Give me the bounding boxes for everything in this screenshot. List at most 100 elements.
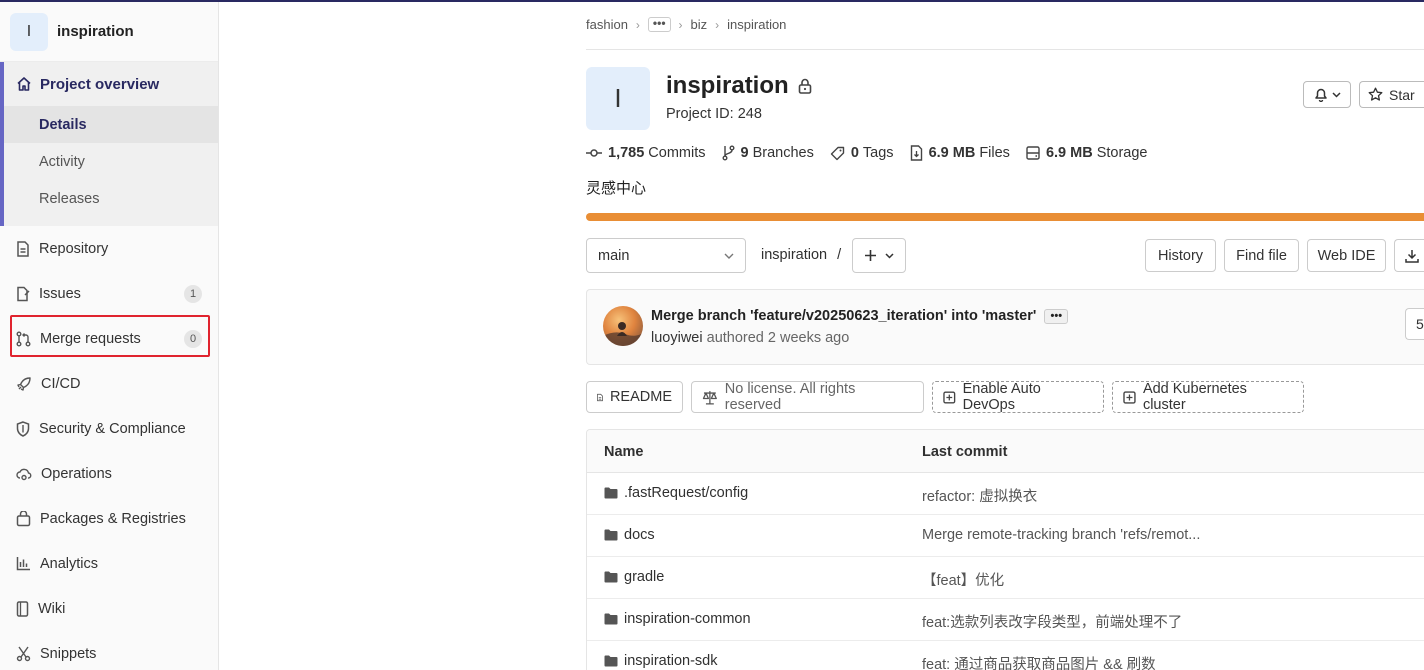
file-name-cell: inspiration-sdk bbox=[604, 653, 718, 669]
author-avatar[interactable] bbox=[603, 306, 643, 346]
last-commit-message[interactable]: feat:选款列表改字段类型，前端处理不了 bbox=[922, 611, 1182, 632]
table-row[interactable]: .fastRequest/config refactor: 虚拟换衣 bbox=[587, 473, 1424, 515]
last-commit-message[interactable]: 【feat】优化 bbox=[922, 569, 1004, 590]
folder-link[interactable]: gradle bbox=[624, 569, 664, 585]
stat-branches[interactable]: 9 Branches bbox=[722, 145, 814, 161]
sidebar-item-issues[interactable]: Issues 1 bbox=[0, 271, 218, 316]
sidebar-item-packages-registries[interactable]: Packages & Registries bbox=[0, 496, 218, 541]
rocket-icon bbox=[17, 376, 31, 391]
branch-name: main bbox=[598, 247, 630, 264]
stat-label: Tags bbox=[862, 145, 894, 161]
sidebar-item-cicd[interactable]: CI/CD bbox=[0, 361, 218, 406]
lock-icon bbox=[798, 78, 811, 94]
file-icon bbox=[910, 145, 922, 161]
avatar-photo-icon bbox=[603, 322, 643, 346]
folder-link[interactable]: inspiration-common bbox=[624, 611, 751, 627]
download-button[interactable] bbox=[1394, 239, 1424, 272]
add-to-tree-button[interactable] bbox=[852, 238, 906, 273]
column-header-last-commit: Last commit bbox=[922, 444, 1008, 460]
sidebar-item-wiki[interactable]: Wiki bbox=[0, 586, 218, 631]
last-commit-message[interactable]: feat: 通过商品获取商品图片 && 刷数 bbox=[922, 653, 1156, 670]
stat-label: Branches bbox=[752, 145, 814, 161]
sidebar-item-label: Issues bbox=[39, 285, 81, 302]
readme-button[interactable]: README bbox=[586, 381, 683, 413]
table-row[interactable]: inspiration-common feat:选款列表改字段类型，前端处理不了 bbox=[587, 599, 1424, 641]
table-row[interactable]: docs Merge remote-tracking branch 'refs/… bbox=[587, 515, 1424, 557]
stat-value: 9 bbox=[740, 145, 749, 161]
find-file-button[interactable]: Find file bbox=[1224, 239, 1299, 272]
chevron-right-icon: › bbox=[678, 17, 683, 32]
table-row[interactable]: inspiration-sdk feat: 通过商品获取商品图片 && 刷数 bbox=[587, 641, 1424, 670]
chevron-down-icon bbox=[724, 253, 734, 259]
license-label: No license. All rights reserved bbox=[724, 381, 856, 413]
star-button[interactable]: Star bbox=[1359, 81, 1424, 108]
auto-devops-label: Enable Auto DevOps bbox=[962, 381, 1041, 413]
breadcrumb-expand-button[interactable]: ••• bbox=[647, 17, 671, 32]
breadcrumb-item-biz[interactable]: biz bbox=[691, 17, 708, 32]
sidebar-subitem-details[interactable]: Details bbox=[4, 106, 218, 143]
history-button[interactable]: History bbox=[1145, 239, 1216, 272]
sidebar-subitem-activity[interactable]: Activity bbox=[4, 143, 218, 180]
repo-path-separator: / bbox=[837, 247, 842, 263]
sidebar-item-repository[interactable]: Repository bbox=[0, 226, 218, 271]
license-button[interactable]: No license. All rights reserved bbox=[691, 381, 924, 413]
sidebar-item-label: Merge requests bbox=[40, 330, 141, 347]
issues-count-badge: 1 bbox=[184, 284, 202, 303]
sidebar-item-label: Operations bbox=[41, 465, 112, 482]
shield-icon bbox=[16, 420, 30, 437]
sidebar-item-project-overview[interactable]: Project overview bbox=[4, 62, 218, 106]
chevron-down-icon bbox=[1331, 91, 1341, 98]
breadcrumb-item-fashion[interactable]: fashion bbox=[586, 17, 628, 32]
sidebar-item-analytics[interactable]: Analytics bbox=[0, 541, 218, 586]
sidebar-item-label: Project overview bbox=[40, 75, 160, 93]
sidebar-item-merge-requests[interactable]: Merge requests 0 bbox=[0, 316, 218, 361]
sidebar-subitem-releases[interactable]: Releases bbox=[4, 180, 218, 217]
chevron-down-icon bbox=[885, 252, 894, 259]
sidebar-item-operations[interactable]: Operations bbox=[0, 451, 218, 496]
commit-message-link[interactable]: Merge branch 'feature/v20250623_iteratio… bbox=[651, 308, 1036, 324]
stat-commits[interactable]: 1,785 Commits bbox=[586, 145, 706, 161]
sidebar-project-name: inspiration bbox=[57, 23, 134, 40]
last-commit-message[interactable]: refactor: 虚拟换衣 bbox=[922, 485, 1037, 506]
folder-link[interactable]: inspiration-sdk bbox=[624, 653, 718, 669]
folder-link[interactable]: docs bbox=[624, 527, 655, 543]
breadcrumb-item-inspiration[interactable]: inspiration bbox=[727, 17, 786, 32]
readme-label: README bbox=[609, 389, 672, 405]
repository-language-bar[interactable] bbox=[586, 213, 1424, 221]
stat-label: Commits bbox=[648, 145, 706, 161]
commit-icon bbox=[586, 149, 602, 157]
sidebar-item-label: Analytics bbox=[40, 555, 99, 572]
table-row[interactable]: gradle 【feat】优化 bbox=[587, 557, 1424, 599]
breadcrumb: fashion › ••• › biz › inspiration bbox=[586, 17, 786, 32]
sidebar-item-snippets[interactable]: Snippets bbox=[0, 631, 218, 670]
sidebar-item-security-compliance[interactable]: Security & Compliance bbox=[0, 406, 218, 451]
add-kubernetes-cluster-button[interactable]: Add Kubernetes cluster bbox=[1112, 381, 1304, 413]
sidebar-item-label: Repository bbox=[39, 240, 109, 257]
stat-storage[interactable]: 6.9 MB Storage bbox=[1026, 145, 1147, 161]
merge-request-icon bbox=[16, 331, 31, 346]
kubernetes-label: Add Kubernetes cluster bbox=[1142, 381, 1247, 413]
sidebar-item-label: Snippets bbox=[40, 645, 97, 662]
project-avatar-large: I bbox=[586, 67, 650, 130]
file-text-icon bbox=[597, 393, 603, 401]
enable-auto-devops-button[interactable]: Enable Auto DevOps bbox=[932, 381, 1104, 413]
folder-link[interactable]: .fastRequest/config bbox=[624, 485, 748, 501]
commit-expand-button[interactable]: ••• bbox=[1044, 308, 1069, 324]
commit-meta: luoyiwei authored 2 weeks ago bbox=[651, 330, 849, 346]
commit-title: Merge branch 'feature/v20250623_iteratio… bbox=[651, 308, 1069, 324]
web-ide-button[interactable]: Web IDE bbox=[1307, 239, 1386, 272]
chevron-right-icon: › bbox=[715, 17, 720, 32]
last-commit-message[interactable]: Merge remote-tracking branch 'refs/remot… bbox=[922, 527, 1200, 543]
stat-tags[interactable]: 0 Tags bbox=[830, 145, 894, 161]
sidebar-project-header[interactable]: I inspiration bbox=[0, 2, 218, 62]
repo-path-link[interactable]: inspiration bbox=[761, 247, 827, 263]
notification-settings-button[interactable] bbox=[1303, 81, 1351, 108]
project-avatar: I bbox=[10, 12, 48, 51]
branch-selector[interactable]: main bbox=[586, 238, 746, 273]
stat-files[interactable]: 6.9 MB Files bbox=[910, 145, 1010, 161]
plus-icon bbox=[865, 250, 876, 261]
issues-icon bbox=[17, 286, 30, 301]
commit-sha-button[interactable]: 5 bbox=[1405, 308, 1424, 340]
column-header-name: Name bbox=[604, 444, 644, 460]
commit-author-link[interactable]: luoyiwei bbox=[651, 330, 703, 346]
